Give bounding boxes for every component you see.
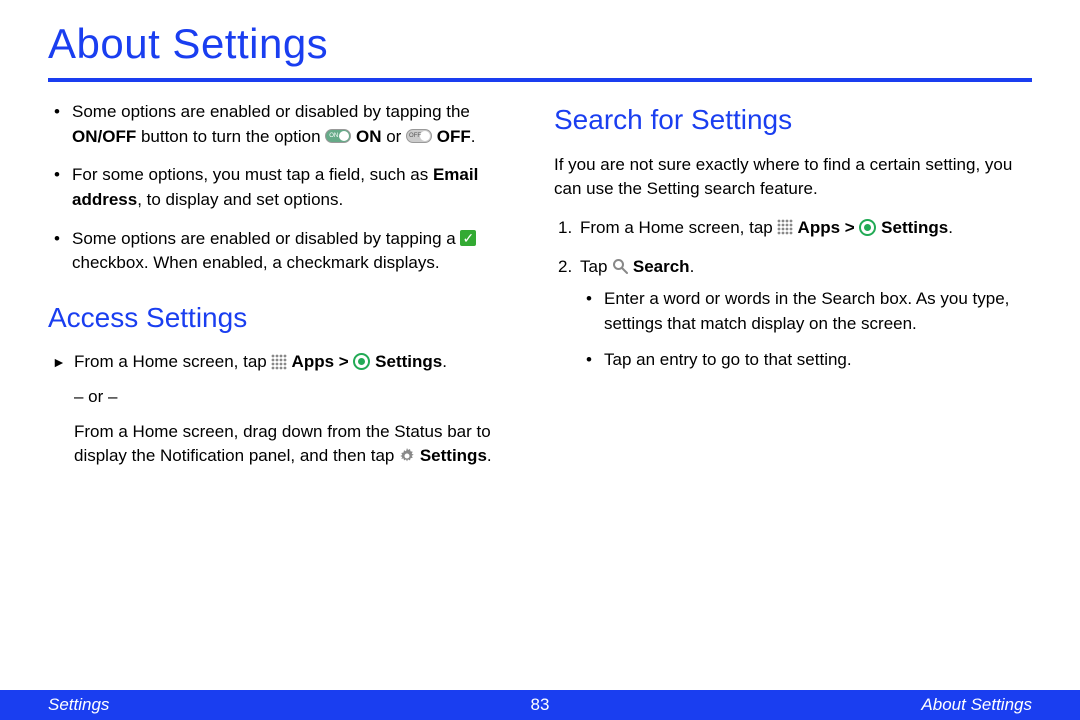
apps-label: Apps > bbox=[793, 218, 859, 237]
step-2-sub: Enter a word or words in the Search box.… bbox=[580, 287, 1032, 373]
search-icon bbox=[612, 258, 628, 274]
content-columns: Some options are enabled or disabled by … bbox=[48, 100, 1032, 479]
text: or bbox=[381, 127, 406, 146]
page-number: 83 bbox=[531, 695, 550, 715]
text: Some options are enabled or disabled by … bbox=[72, 102, 470, 121]
settings-circle-icon bbox=[353, 353, 370, 370]
text: . bbox=[471, 127, 476, 146]
search-label: Search bbox=[628, 257, 689, 276]
settings-circle-icon bbox=[859, 219, 876, 236]
settings-label: Settings bbox=[370, 352, 442, 371]
text: From a Home screen, tap bbox=[74, 352, 271, 371]
search-steps: From a Home screen, tap Apps > Settings.… bbox=[554, 216, 1032, 373]
or-separator: – or – bbox=[48, 385, 526, 410]
settings-label: Settings bbox=[415, 446, 487, 465]
on-label: ON bbox=[351, 127, 381, 146]
page-footer: Settings 83 About Settings bbox=[0, 690, 1080, 720]
sub-bullet: Enter a word or words in the Search box.… bbox=[580, 287, 1032, 336]
apps-grid-icon bbox=[777, 219, 793, 235]
text: From a Home screen, tap bbox=[580, 218, 777, 237]
text: . bbox=[948, 218, 953, 237]
search-settings-heading: Search for Settings bbox=[554, 100, 1032, 141]
step-2: Tap Search. Enter a word or words in the… bbox=[554, 255, 1032, 374]
bullet-field: For some options, you must tap a field, … bbox=[48, 163, 526, 212]
access-step: From a Home screen, tap Apps > Settings. bbox=[48, 350, 526, 375]
bullet-checkbox: Some options are enabled or disabled by … bbox=[48, 227, 526, 276]
intro-bullets: Some options are enabled or disabled by … bbox=[48, 100, 526, 276]
step-1: From a Home screen, tap Apps > Settings. bbox=[554, 216, 1032, 241]
text: button to turn the option bbox=[136, 127, 325, 146]
access-settings-heading: Access Settings bbox=[48, 298, 526, 339]
apps-grid-icon bbox=[271, 354, 287, 370]
toggle-on-icon bbox=[325, 129, 351, 143]
settings-label: Settings bbox=[876, 218, 948, 237]
search-intro: If you are not sure exactly where to fin… bbox=[554, 153, 1032, 202]
off-label: OFF bbox=[432, 127, 471, 146]
text: . bbox=[487, 446, 492, 465]
toggle-off-icon bbox=[406, 129, 432, 143]
sub-bullet: Tap an entry to go to that setting. bbox=[580, 348, 1032, 373]
access-alt: From a Home screen, drag down from the S… bbox=[48, 420, 526, 469]
gear-icon bbox=[399, 448, 415, 464]
right-column: Search for Settings If you are not sure … bbox=[554, 100, 1032, 479]
text: Tap bbox=[580, 257, 612, 276]
text: Some options are enabled or disabled by … bbox=[72, 229, 460, 248]
text: For some options, you must tap a field, … bbox=[72, 165, 433, 184]
text: , to display and set options. bbox=[137, 190, 343, 209]
bullet-onoff: Some options are enabled or disabled by … bbox=[48, 100, 526, 149]
apps-label: Apps > bbox=[287, 352, 353, 371]
text: . bbox=[690, 257, 695, 276]
footer-right: About Settings bbox=[921, 695, 1032, 715]
left-column: Some options are enabled or disabled by … bbox=[48, 100, 526, 479]
page-title: About Settings bbox=[48, 20, 1032, 82]
text: . bbox=[442, 352, 447, 371]
checkbox-icon bbox=[460, 230, 476, 246]
footer-left: Settings bbox=[48, 695, 109, 715]
text: checkbox. When enabled, a checkmark disp… bbox=[72, 253, 440, 272]
onoff-bold: ON/OFF bbox=[72, 127, 136, 146]
